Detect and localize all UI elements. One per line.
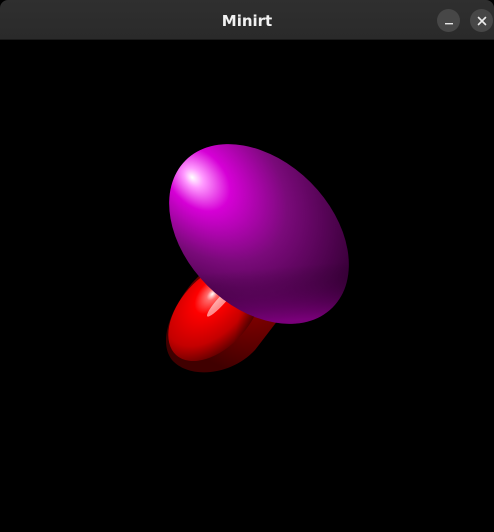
render-canvas [0, 40, 494, 532]
window-title: Minirt [221, 12, 273, 30]
scene [165, 144, 349, 373]
close-icon [477, 16, 486, 25]
minimize-button[interactable] [437, 9, 460, 32]
title-bar[interactable]: Minirt [0, 0, 494, 40]
app-window: Minirt [0, 0, 494, 532]
minimize-icon [444, 22, 453, 24]
close-button[interactable] [470, 9, 493, 32]
